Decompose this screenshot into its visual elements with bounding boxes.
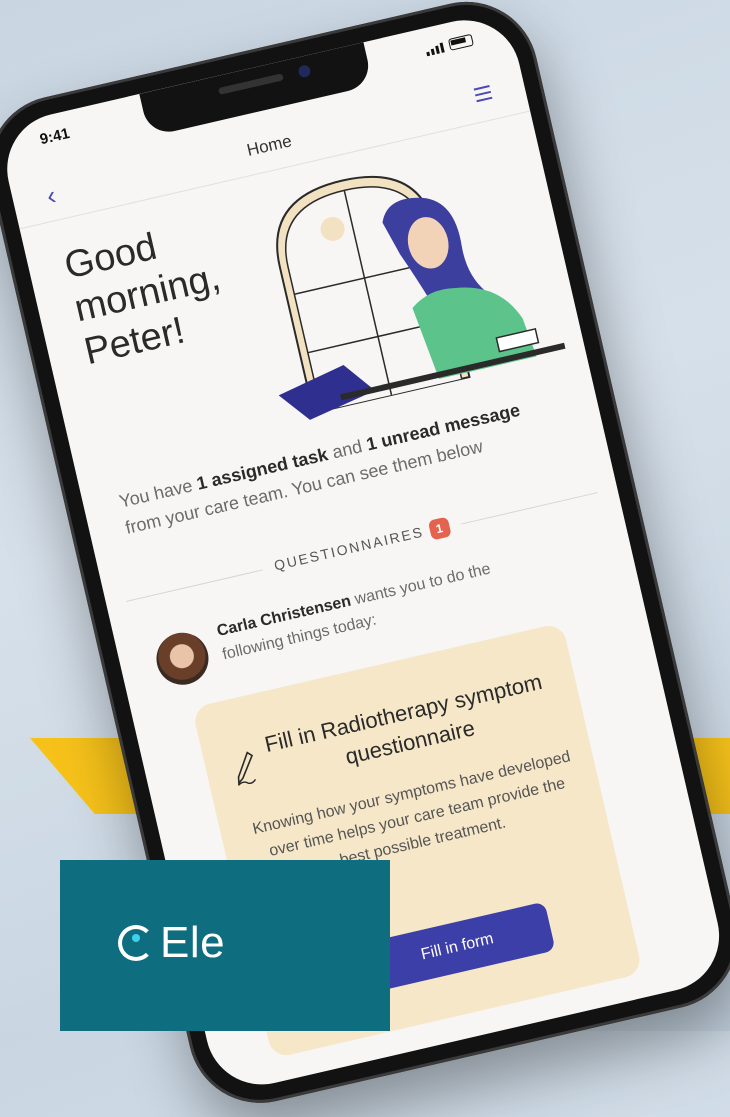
camera-icon (297, 64, 312, 79)
doctor-illustration (276, 175, 566, 420)
count-badge: 1 (427, 516, 452, 541)
speaker-grille (218, 73, 284, 95)
battery-icon (447, 33, 474, 51)
divider (125, 568, 263, 602)
summary-part: and (325, 435, 369, 464)
divider (460, 491, 598, 525)
status-time: 9:41 (38, 124, 72, 149)
brand-logo: Ele (118, 918, 225, 968)
brand-name: Ele (160, 918, 226, 967)
section-label: QUESTIONNAIRES 1 (272, 516, 452, 577)
brand-logo-icon (118, 925, 154, 961)
pen-icon (237, 751, 257, 786)
section-title: QUESTIONNAIRES (272, 523, 426, 574)
status-icons (425, 33, 474, 57)
signal-icon (425, 42, 445, 57)
avatar (151, 627, 214, 690)
